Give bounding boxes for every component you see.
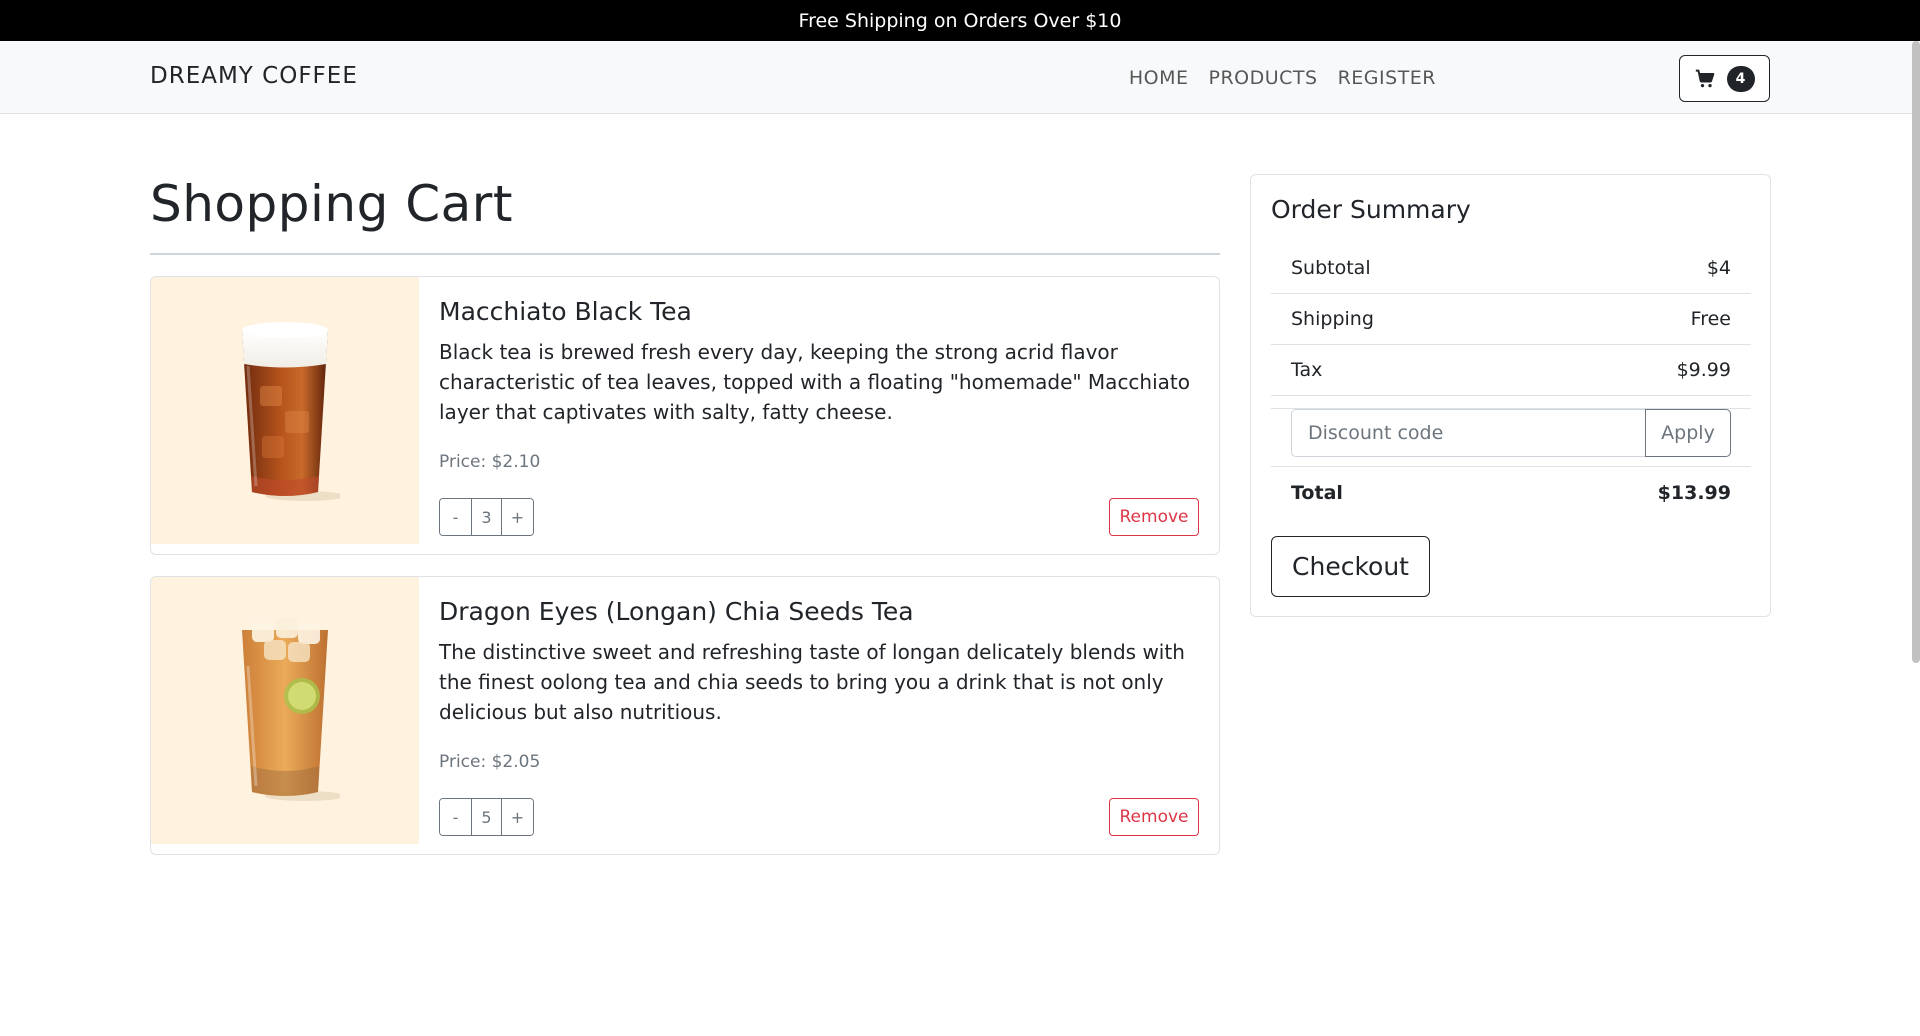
total-value: $13.99 [1657, 481, 1731, 504]
quantity-value: 5 [471, 799, 502, 835]
cart-icon [1695, 69, 1714, 87]
nav-links: HOME PRODUCTS REGISTER [1109, 41, 1436, 114]
navbar: DREAMY COFFEE HOME PRODUCTS REGISTER 4 [0, 41, 1920, 114]
cart-count-badge: 4 [1726, 65, 1755, 92]
shipping-value: Free [1690, 308, 1731, 330]
subtotal-label: Subtotal [1291, 257, 1371, 279]
brand-logo[interactable]: DREAMY COFFEE [150, 63, 358, 89]
cart-item: Dragon Eyes (Longan) Chia Seeds Tea The … [150, 576, 1220, 855]
quantity-stepper: - 5 + [439, 798, 534, 836]
cart-item: Macchiato Black Tea Black tea is brewed … [150, 276, 1220, 555]
total-row: Total $13.99 [1271, 467, 1751, 518]
item-name[interactable]: Dragon Eyes (Longan) Chia Seeds Tea [439, 597, 914, 626]
nav-link-register[interactable]: REGISTER [1338, 67, 1436, 89]
announcement-text: Free Shipping on Orders Over $10 [798, 9, 1122, 32]
page-scrollbar[interactable] [1912, 41, 1920, 663]
item-name[interactable]: Macchiato Black Tea [439, 297, 692, 326]
shipping-label: Shipping [1291, 308, 1374, 330]
discount-code-input[interactable] [1291, 409, 1645, 457]
apply-discount-button[interactable]: Apply [1645, 409, 1731, 457]
remove-item-button[interactable]: Remove [1109, 498, 1199, 536]
order-summary-title: Order Summary [1271, 195, 1471, 224]
discount-group: Apply [1291, 409, 1731, 457]
shipping-row: Shipping Free [1271, 294, 1751, 345]
quantity-value: 3 [471, 499, 502, 535]
announcement-bar: Free Shipping on Orders Over $10 [0, 0, 1920, 41]
iced-longan-tea-image [242, 617, 340, 801]
increase-quantity-button[interactable]: + [502, 799, 533, 835]
remove-item-button[interactable]: Remove [1109, 798, 1199, 836]
subtotal-value: $4 [1706, 257, 1731, 279]
item-description: The distinctive sweet and refreshing tas… [439, 640, 1185, 724]
product-image-macchiato-black-tea [151, 277, 419, 544]
subtotal-row: Subtotal $4 [1271, 243, 1751, 294]
title-divider [150, 253, 1220, 255]
total-label: Total [1291, 481, 1343, 504]
item-price: Price: $2.05 [439, 752, 541, 772]
discount-divider [1271, 408, 1751, 409]
item-price: Price: $2.10 [439, 452, 541, 472]
item-description: Black tea is brewed fresh every day, kee… [439, 340, 1190, 424]
quantity-stepper: - 3 + [439, 498, 534, 536]
decrease-quantity-button[interactable]: - [440, 499, 471, 535]
nav-link-home[interactable]: HOME [1129, 67, 1189, 89]
order-summary-card: Order Summary Subtotal $4 Shipping Free … [1250, 174, 1771, 617]
tax-value: $9.99 [1676, 359, 1731, 381]
tax-label: Tax [1291, 359, 1323, 381]
product-image-longan-chia-tea [151, 577, 419, 844]
iced-black-tea-image [242, 321, 340, 501]
decrease-quantity-button[interactable]: - [440, 799, 471, 835]
page-title: Shopping Cart [150, 175, 513, 233]
nav-link-products[interactable]: PRODUCTS [1209, 67, 1318, 89]
checkout-button[interactable]: Checkout [1271, 536, 1430, 597]
tax-row: Tax $9.99 [1271, 345, 1751, 396]
increase-quantity-button[interactable]: + [502, 499, 533, 535]
cart-button[interactable]: 4 [1679, 55, 1770, 102]
